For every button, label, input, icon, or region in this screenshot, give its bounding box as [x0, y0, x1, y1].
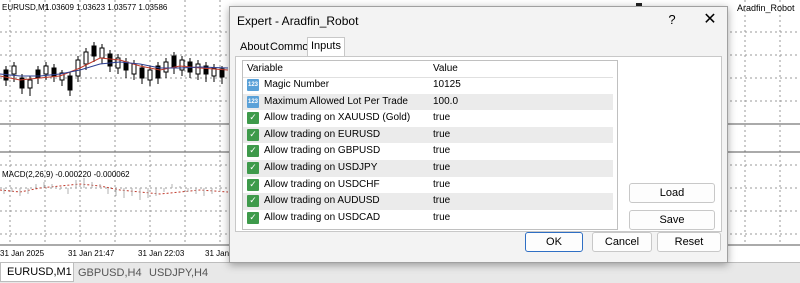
ok-button[interactable]: OK [525, 232, 583, 252]
candles [3, 42, 225, 96]
row-value[interactable]: 10125 [433, 79, 461, 90]
row-value[interactable]: true [433, 162, 450, 173]
macd-label: MACD(2,26,9) -0.000220 -0.000062 [2, 170, 130, 179]
row-value[interactable]: true [433, 195, 450, 206]
close-icon[interactable]: ✕ [700, 10, 720, 30]
inputs-table[interactable]: Variable Value 123 Magic Number 10125 123 Ma… [242, 60, 618, 230]
row-variable: Allow trading on AUDUSD [264, 195, 380, 207]
row-value[interactable]: true [433, 112, 450, 123]
table-header: Variable Value [243, 61, 613, 78]
chart-tab-gbpusd[interactable]: GBPUSD,H4 [72, 264, 148, 282]
moving-average-red [0, 57, 229, 81]
chart-tab-usdjpy[interactable]: USDJPY,H4 [143, 264, 214, 282]
column-header-value[interactable]: Value [433, 63, 458, 74]
help-icon[interactable]: ? [662, 10, 682, 30]
table-row[interactable]: ✓ Allow trading on USDCAD true [243, 210, 613, 227]
time-label: 31 Jan 21:47 [68, 249, 115, 258]
row-variable: Allow trading on USDJPY [264, 162, 378, 173]
table-row[interactable]: ✓ Allow trading on USDCHF true [243, 177, 613, 194]
time-label: 31 Jan 2025 [0, 249, 45, 258]
row-value[interactable]: true [433, 212, 450, 223]
chart-ohlc-label: 1.03609 1.03623 1.03577 1.03586 [45, 3, 168, 12]
table-row[interactable]: ✓ Allow trading on USDJPY true [243, 160, 613, 177]
row-variable: Allow trading on USDCHF [264, 178, 380, 190]
chart-tab-bar: EURUSD,M1 GBPUSD,H4 USDJPY,H4 [0, 262, 800, 283]
table-row[interactable]: ✓ Allow trading on XAUUSD (Gold) true [243, 110, 613, 127]
row-value[interactable]: true [433, 129, 450, 140]
macd-signal-line [0, 183, 229, 195]
numeric-parameter-icon: 123 [247, 95, 259, 108]
boolean-parameter-icon: ✓ [247, 195, 259, 208]
ea-name-label: Aradfin_Robot [737, 3, 795, 13]
dialog-title: Expert - Aradfin_Robot [237, 14, 359, 28]
reset-button[interactable]: Reset [657, 232, 721, 252]
boolean-parameter-icon: ✓ [247, 128, 259, 141]
boolean-parameter-icon: ✓ [247, 145, 259, 158]
row-value[interactable]: true [433, 145, 450, 156]
time-label: 31 Jan 22:03 [138, 249, 185, 258]
row-variable: Maximum Allowed Lot Per Trade [264, 95, 408, 107]
boolean-parameter-icon: ✓ [247, 112, 259, 125]
row-variable: Allow trading on XAUUSD (Gold) [264, 112, 411, 124]
numeric-parameter-icon: 123 [247, 79, 259, 91]
row-variable: Magic Number [264, 79, 330, 90]
row-value[interactable]: true [433, 179, 450, 190]
table-row[interactable]: 123 Maximum Allowed Lot Per Trade 100.0 [243, 93, 613, 111]
load-button[interactable]: Load [629, 183, 715, 203]
save-button[interactable]: Save [629, 210, 715, 230]
inputs-panel: Variable Value 123 Magic Number 10125 123 Ma… [235, 56, 722, 232]
boolean-parameter-icon: ✓ [247, 162, 259, 174]
chart-tab-eurusd[interactable]: EURUSD,M1 [0, 263, 74, 282]
boolean-parameter-icon: ✓ [247, 211, 259, 224]
moving-average-blue [0, 61, 229, 77]
table-row[interactable]: ✓ Allow trading on EURUSD true [243, 126, 613, 144]
table-row[interactable]: ✓ Allow trading on GBPUSD true [243, 143, 613, 160]
row-value[interactable]: 100.0 [433, 96, 458, 107]
expert-properties-dialog: Expert - Aradfin_Robot ? ✕ About Common … [229, 6, 728, 263]
row-variable: Allow trading on USDCAD [264, 211, 381, 223]
table-row[interactable]: ✓ Allow trading on AUDUSD true [243, 193, 613, 210]
cancel-button[interactable]: Cancel [592, 232, 652, 252]
boolean-parameter-icon: ✓ [247, 178, 259, 191]
row-variable: Allow trading on GBPUSD [264, 145, 381, 157]
row-variable: Allow trading on EURUSD [264, 128, 381, 140]
tab-inputs[interactable]: Inputs [307, 37, 345, 57]
table-row[interactable]: 123 Magic Number 10125 [243, 77, 613, 94]
column-header-variable[interactable]: Variable [247, 63, 283, 74]
time-label: 31 Jan [205, 249, 230, 258]
chart-symbol-label: EURUSD,M1 [2, 3, 50, 12]
